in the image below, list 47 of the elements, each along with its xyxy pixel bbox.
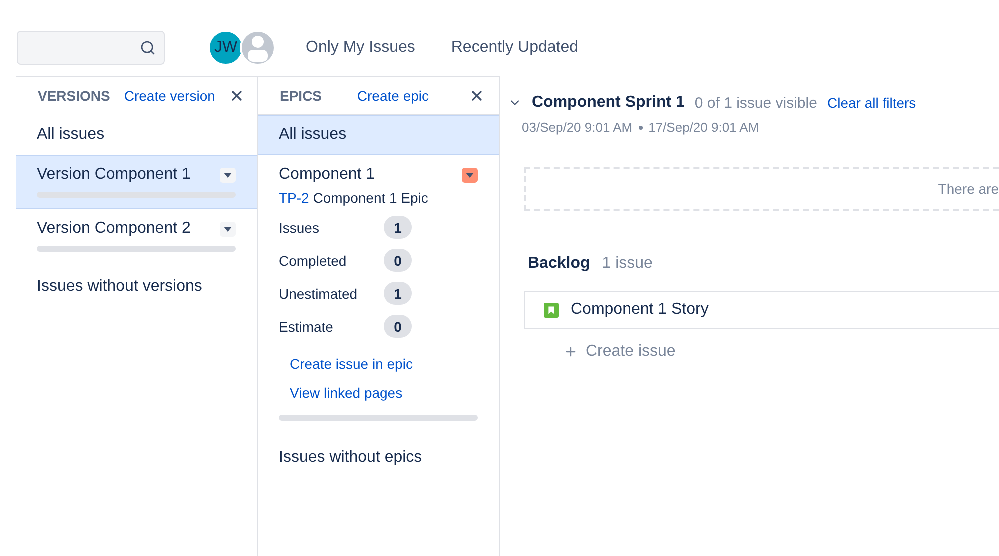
create-link[interactable]: Create version (124, 88, 216, 104)
epic-color-dropdown[interactable] (462, 168, 478, 182)
search-field[interactable] (17, 31, 165, 65)
version-name: Version Component 2 (37, 220, 191, 238)
create-link[interactable]: Create epic (357, 88, 429, 104)
filter-item[interactable]: All issues (258, 115, 499, 155)
stat-label: Estimate (279, 318, 334, 334)
person-icon (246, 34, 270, 62)
story-icon (544, 302, 559, 318)
stat-count: 0 (384, 249, 412, 272)
epic-summary: TP-2 Component 1 Epic (279, 190, 430, 206)
issue-count: 1 issue (602, 255, 653, 273)
dropdown-button[interactable] (220, 168, 236, 182)
empty-message: There are (938, 181, 999, 197)
epic-name: Component 1 (279, 166, 376, 184)
quick-filter-link[interactable]: Only My Issues (306, 39, 416, 57)
separator-dot (638, 126, 643, 130)
stat-label: Issues (279, 220, 320, 236)
visible-count: 0 of 1 issue visible (694, 94, 818, 112)
sprint-start-date: 03/Sep/20 9:01 AM (522, 120, 633, 135)
quick-filter-link[interactable]: Recently Updated (451, 39, 579, 57)
stat-count: 1 (384, 282, 412, 305)
dropdown-button[interactable] (220, 222, 236, 236)
create-issue-button[interactable]: Create issue (564, 343, 676, 361)
version-name: Version Component 1 (37, 166, 191, 184)
stat-count: 1 (384, 216, 412, 239)
search-icon (140, 40, 156, 56)
clear-filters-link[interactable]: Clear all filters (827, 95, 916, 111)
panel-title: VERSIONS (38, 88, 110, 104)
plus-icon (564, 345, 578, 359)
epic-action-link[interactable]: Create issue in epic (290, 356, 478, 372)
caret-icon (224, 172, 232, 178)
backlog-title: Backlog (528, 255, 590, 273)
stat-count: 0 (384, 315, 412, 338)
issue-row[interactable]: Component 1 Story (524, 291, 999, 329)
version-item[interactable]: Version Component 1 (16, 155, 257, 209)
epic-action-link[interactable]: View linked pages (290, 385, 478, 401)
panel-title: EPICS (280, 88, 322, 104)
caret-icon (466, 172, 474, 178)
stat-label: Unestimated (279, 286, 359, 302)
issue-summary: Component 1 Story (571, 301, 709, 319)
issue-key-link[interactable]: TP-2 (279, 190, 310, 206)
sprint-title: Component Sprint 1 (532, 94, 685, 112)
sprint-end-date: 17/Sep/20 9:01 AM (648, 120, 760, 135)
stat-label: Completed (279, 252, 348, 268)
user-avatar[interactable]: JW (208, 30, 244, 66)
caret-icon (224, 226, 232, 232)
